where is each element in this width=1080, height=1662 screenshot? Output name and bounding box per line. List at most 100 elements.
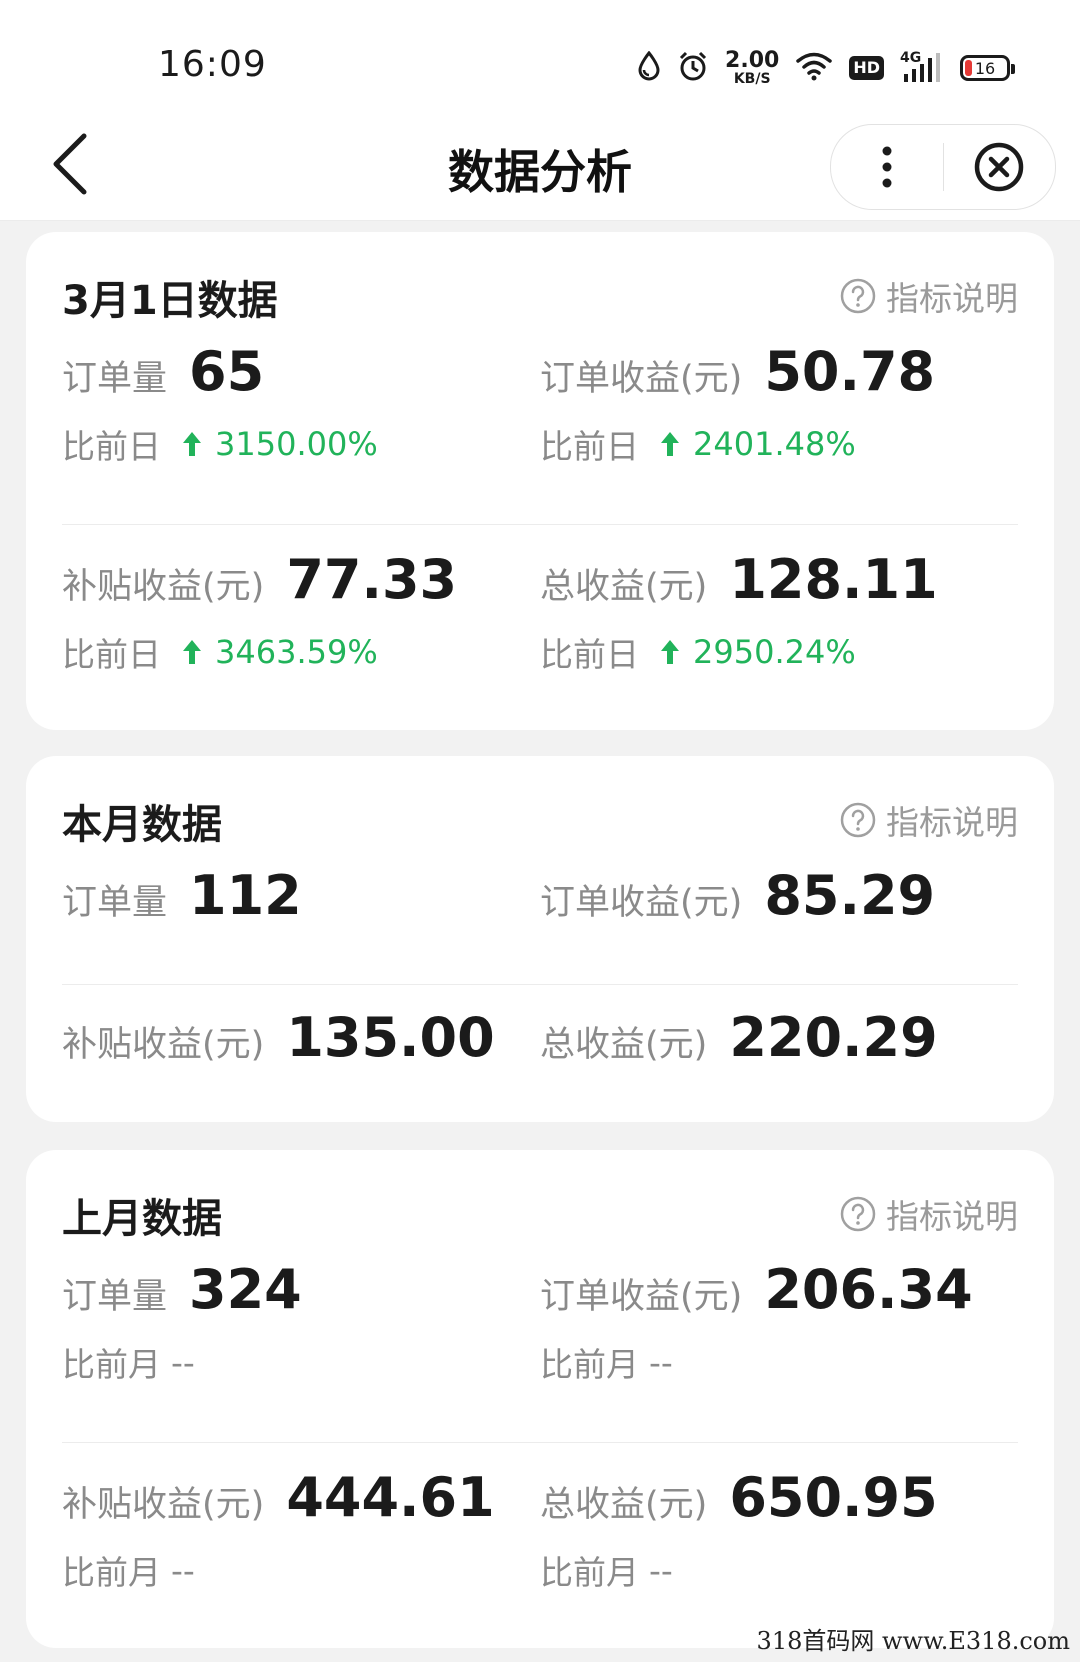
comparison-label: 比前月	[540, 1345, 639, 1384]
metric-label: 订单收益(元)	[540, 1277, 743, 1317]
question-circle-icon	[840, 802, 876, 838]
metric-value: 112	[189, 864, 302, 927]
subsidy-income-comparison: 比前日 3463.59%	[62, 628, 378, 676]
metric-label: 订单收益(元)	[540, 359, 743, 399]
order-income-metric: 订单收益(元) 85.29	[540, 864, 935, 927]
network-speed-unit: KB/S	[733, 71, 771, 87]
comparison-label: 比前月	[540, 1553, 639, 1592]
order-income-comparison: 比前月 --	[540, 1338, 673, 1386]
metric-label: 订单收益(元)	[540, 883, 743, 923]
metric-value: 650.95	[729, 1466, 938, 1529]
wifi-icon	[795, 51, 833, 85]
metric-value: 444.61	[286, 1466, 495, 1529]
question-circle-icon	[840, 278, 876, 314]
metric-value: 50.78	[764, 340, 936, 403]
this-month-data-card: 本月数据 指标说明 订单量 112 订单收益(元) 85.29 补贴收益(元) …	[26, 756, 1054, 1122]
network-speed: 2.00 KB/S	[725, 48, 780, 87]
metric-label: 订单量	[62, 883, 168, 923]
subsidy-income-metric: 补贴收益(元) 77.33	[62, 548, 457, 611]
comparison-value: 2950.24%	[693, 633, 856, 671]
total-income-metric: 总收益(元) 650.95	[540, 1466, 938, 1529]
divider	[62, 1442, 1018, 1443]
cellular-signal-icon: 4G	[900, 50, 944, 84]
total-income-metric: 总收益(元) 220.29	[540, 1006, 938, 1069]
arrow-up-icon	[181, 430, 203, 458]
metric-help-link[interactable]: 指标说明	[840, 1190, 1018, 1238]
arrow-up-icon	[659, 638, 681, 666]
status-icons: 2.00 KB/S HD 4G 16	[637, 46, 1015, 90]
nav-header: 数据分析	[0, 110, 1080, 221]
subsidy-income-metric: 补贴收益(元) 135.00	[62, 1006, 495, 1069]
battery-fill	[965, 60, 972, 76]
metric-help-label: 指标说明	[886, 803, 1018, 842]
order-count-comparison: 比前日 3150.00%	[62, 420, 378, 468]
alarm-icon	[677, 50, 709, 86]
close-circle-icon	[974, 142, 1024, 192]
total-income-comparison: 比前月 --	[540, 1546, 673, 1594]
metric-help-label: 指标说明	[886, 279, 1018, 318]
metric-value: 135.00	[286, 1006, 495, 1069]
total-income-comparison: 比前日 2950.24%	[540, 628, 856, 676]
comparison-value: --	[171, 1342, 195, 1382]
battery-icon: 16	[960, 55, 1015, 81]
order-count-metric: 订单量 324	[62, 1258, 302, 1321]
comparison-value: 3150.00%	[215, 425, 378, 463]
arrow-up-icon	[659, 430, 681, 458]
order-income-metric: 订单收益(元) 206.34	[540, 1258, 973, 1321]
divider	[62, 984, 1018, 985]
metric-value: 128.11	[729, 548, 938, 611]
status-bar: 16:09 2.00 KB/S HD 4G 16	[0, 0, 1080, 110]
metric-value: 77.33	[286, 548, 458, 611]
metric-help-link[interactable]: 指标说明	[840, 272, 1018, 320]
card-title: 3月1日数据	[62, 278, 278, 324]
order-count-metric: 订单量 112	[62, 864, 302, 927]
subsidy-income-metric: 补贴收益(元) 444.61	[62, 1466, 495, 1529]
order-count-metric: 订单量 65	[62, 340, 264, 403]
comparison-value: --	[649, 1342, 673, 1382]
metric-label: 补贴收益(元)	[62, 1025, 265, 1065]
metric-label: 总收益(元)	[540, 567, 708, 607]
metric-label: 总收益(元)	[540, 1485, 708, 1525]
status-time: 16:09	[158, 44, 267, 85]
close-button[interactable]	[944, 125, 1054, 209]
metric-value: 85.29	[764, 864, 936, 927]
divider	[62, 524, 1018, 525]
comparison-value: 2401.48%	[693, 425, 856, 463]
comparison-value: --	[171, 1550, 195, 1590]
metric-label: 补贴收益(元)	[62, 567, 265, 607]
metric-value: 206.34	[764, 1258, 973, 1321]
more-vertical-icon	[882, 146, 892, 188]
card-title: 本月数据	[62, 802, 222, 848]
metric-help-label: 指标说明	[886, 1197, 1018, 1236]
network-speed-value: 2.00	[725, 48, 780, 73]
metric-help-link[interactable]: 指标说明	[840, 796, 1018, 844]
order-income-comparison: 比前日 2401.48%	[540, 420, 856, 468]
comparison-label: 比前日	[540, 635, 639, 674]
question-circle-icon	[840, 1196, 876, 1232]
metric-value: 324	[189, 1258, 302, 1321]
metric-label: 订单量	[62, 1277, 168, 1317]
subsidy-income-comparison: 比前月 --	[62, 1546, 195, 1594]
card-title: 上月数据	[62, 1196, 222, 1242]
metric-value: 220.29	[729, 1006, 938, 1069]
battery-level: 16	[974, 58, 996, 78]
water-drop-icon	[637, 50, 661, 85]
comparison-label: 比前日	[62, 635, 161, 674]
order-income-metric: 订单收益(元) 50.78	[540, 340, 935, 403]
metric-label: 补贴收益(元)	[62, 1485, 265, 1525]
watermark: 318首码网 www.E318.com	[756, 1627, 1070, 1655]
comparison-label: 比前月	[62, 1345, 161, 1384]
comparison-value: --	[649, 1550, 673, 1590]
comparison-value: 3463.59%	[215, 633, 378, 671]
metric-value: 65	[189, 340, 265, 403]
comparison-label: 比前日	[62, 427, 161, 466]
hd-badge: HD	[849, 56, 884, 80]
comparison-label: 比前月	[62, 1553, 161, 1592]
metric-label: 总收益(元)	[540, 1025, 708, 1065]
more-button[interactable]	[831, 125, 943, 209]
metric-label: 订单量	[62, 359, 168, 399]
daily-data-card: 3月1日数据 指标说明 订单量 65 订单收益(元) 50.78 比前日 315…	[26, 232, 1054, 730]
arrow-up-icon	[181, 638, 203, 666]
total-income-metric: 总收益(元) 128.11	[540, 548, 938, 611]
comparison-label: 比前日	[540, 427, 639, 466]
